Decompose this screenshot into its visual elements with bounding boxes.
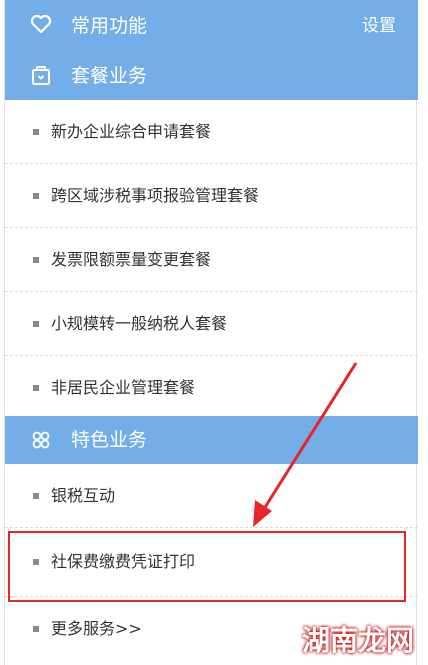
list-item-label: 新办企业综合申请套餐 <box>51 122 212 141</box>
bullet-icon <box>33 321 39 327</box>
list-item-label: 非居民企业管理套餐 <box>51 378 196 397</box>
heart-icon <box>30 14 52 34</box>
list-item-new-enterprise-package[interactable]: 新办企业综合申请套餐 <box>5 100 418 164</box>
watermark-logo: 湖南龙网 <box>301 624 414 657</box>
special-section-header: 特色业务 <box>5 416 418 464</box>
package-section-header: 套餐业务 <box>5 52 418 100</box>
bullet-icon <box>33 626 39 632</box>
bullet-icon <box>33 385 39 391</box>
list-item-small-scale-package[interactable]: 小规模转一般纳税人套餐 <box>5 292 418 356</box>
special-section-title: 特色业务 <box>71 429 148 451</box>
settings-link[interactable]: 设置 <box>362 0 396 52</box>
more-services-link: 更多服务>> <box>51 619 142 638</box>
bullet-icon <box>33 257 39 263</box>
list-item-label: 跨区域涉税事项报验管理套餐 <box>51 186 260 205</box>
bullet-icon <box>33 493 39 499</box>
highlight-box <box>8 531 406 602</box>
list-item-non-resident-package[interactable]: 非居民企业管理套餐 <box>5 356 418 420</box>
bullet-icon <box>33 129 39 135</box>
list-item-label: 发票限额票量变更套餐 <box>51 250 212 269</box>
common-functions-title: 常用功能 <box>71 15 148 37</box>
package-box-icon <box>32 66 50 85</box>
package-section-title: 套餐业务 <box>71 65 148 87</box>
list-item-label: 小规模转一般纳税人套餐 <box>51 314 228 333</box>
common-functions-header: 常用功能 设置 <box>5 0 418 52</box>
list-item-invoice-limit-package[interactable]: 发票限额票量变更套餐 <box>5 228 418 292</box>
clover-icon <box>32 431 50 449</box>
list-item-cross-region-package[interactable]: 跨区域涉税事项报验管理套餐 <box>5 164 418 228</box>
list-item-bank-tax-interaction[interactable]: 银税互动 <box>5 464 418 528</box>
list-item-label: 银税互动 <box>51 486 116 505</box>
bullet-icon <box>33 193 39 199</box>
